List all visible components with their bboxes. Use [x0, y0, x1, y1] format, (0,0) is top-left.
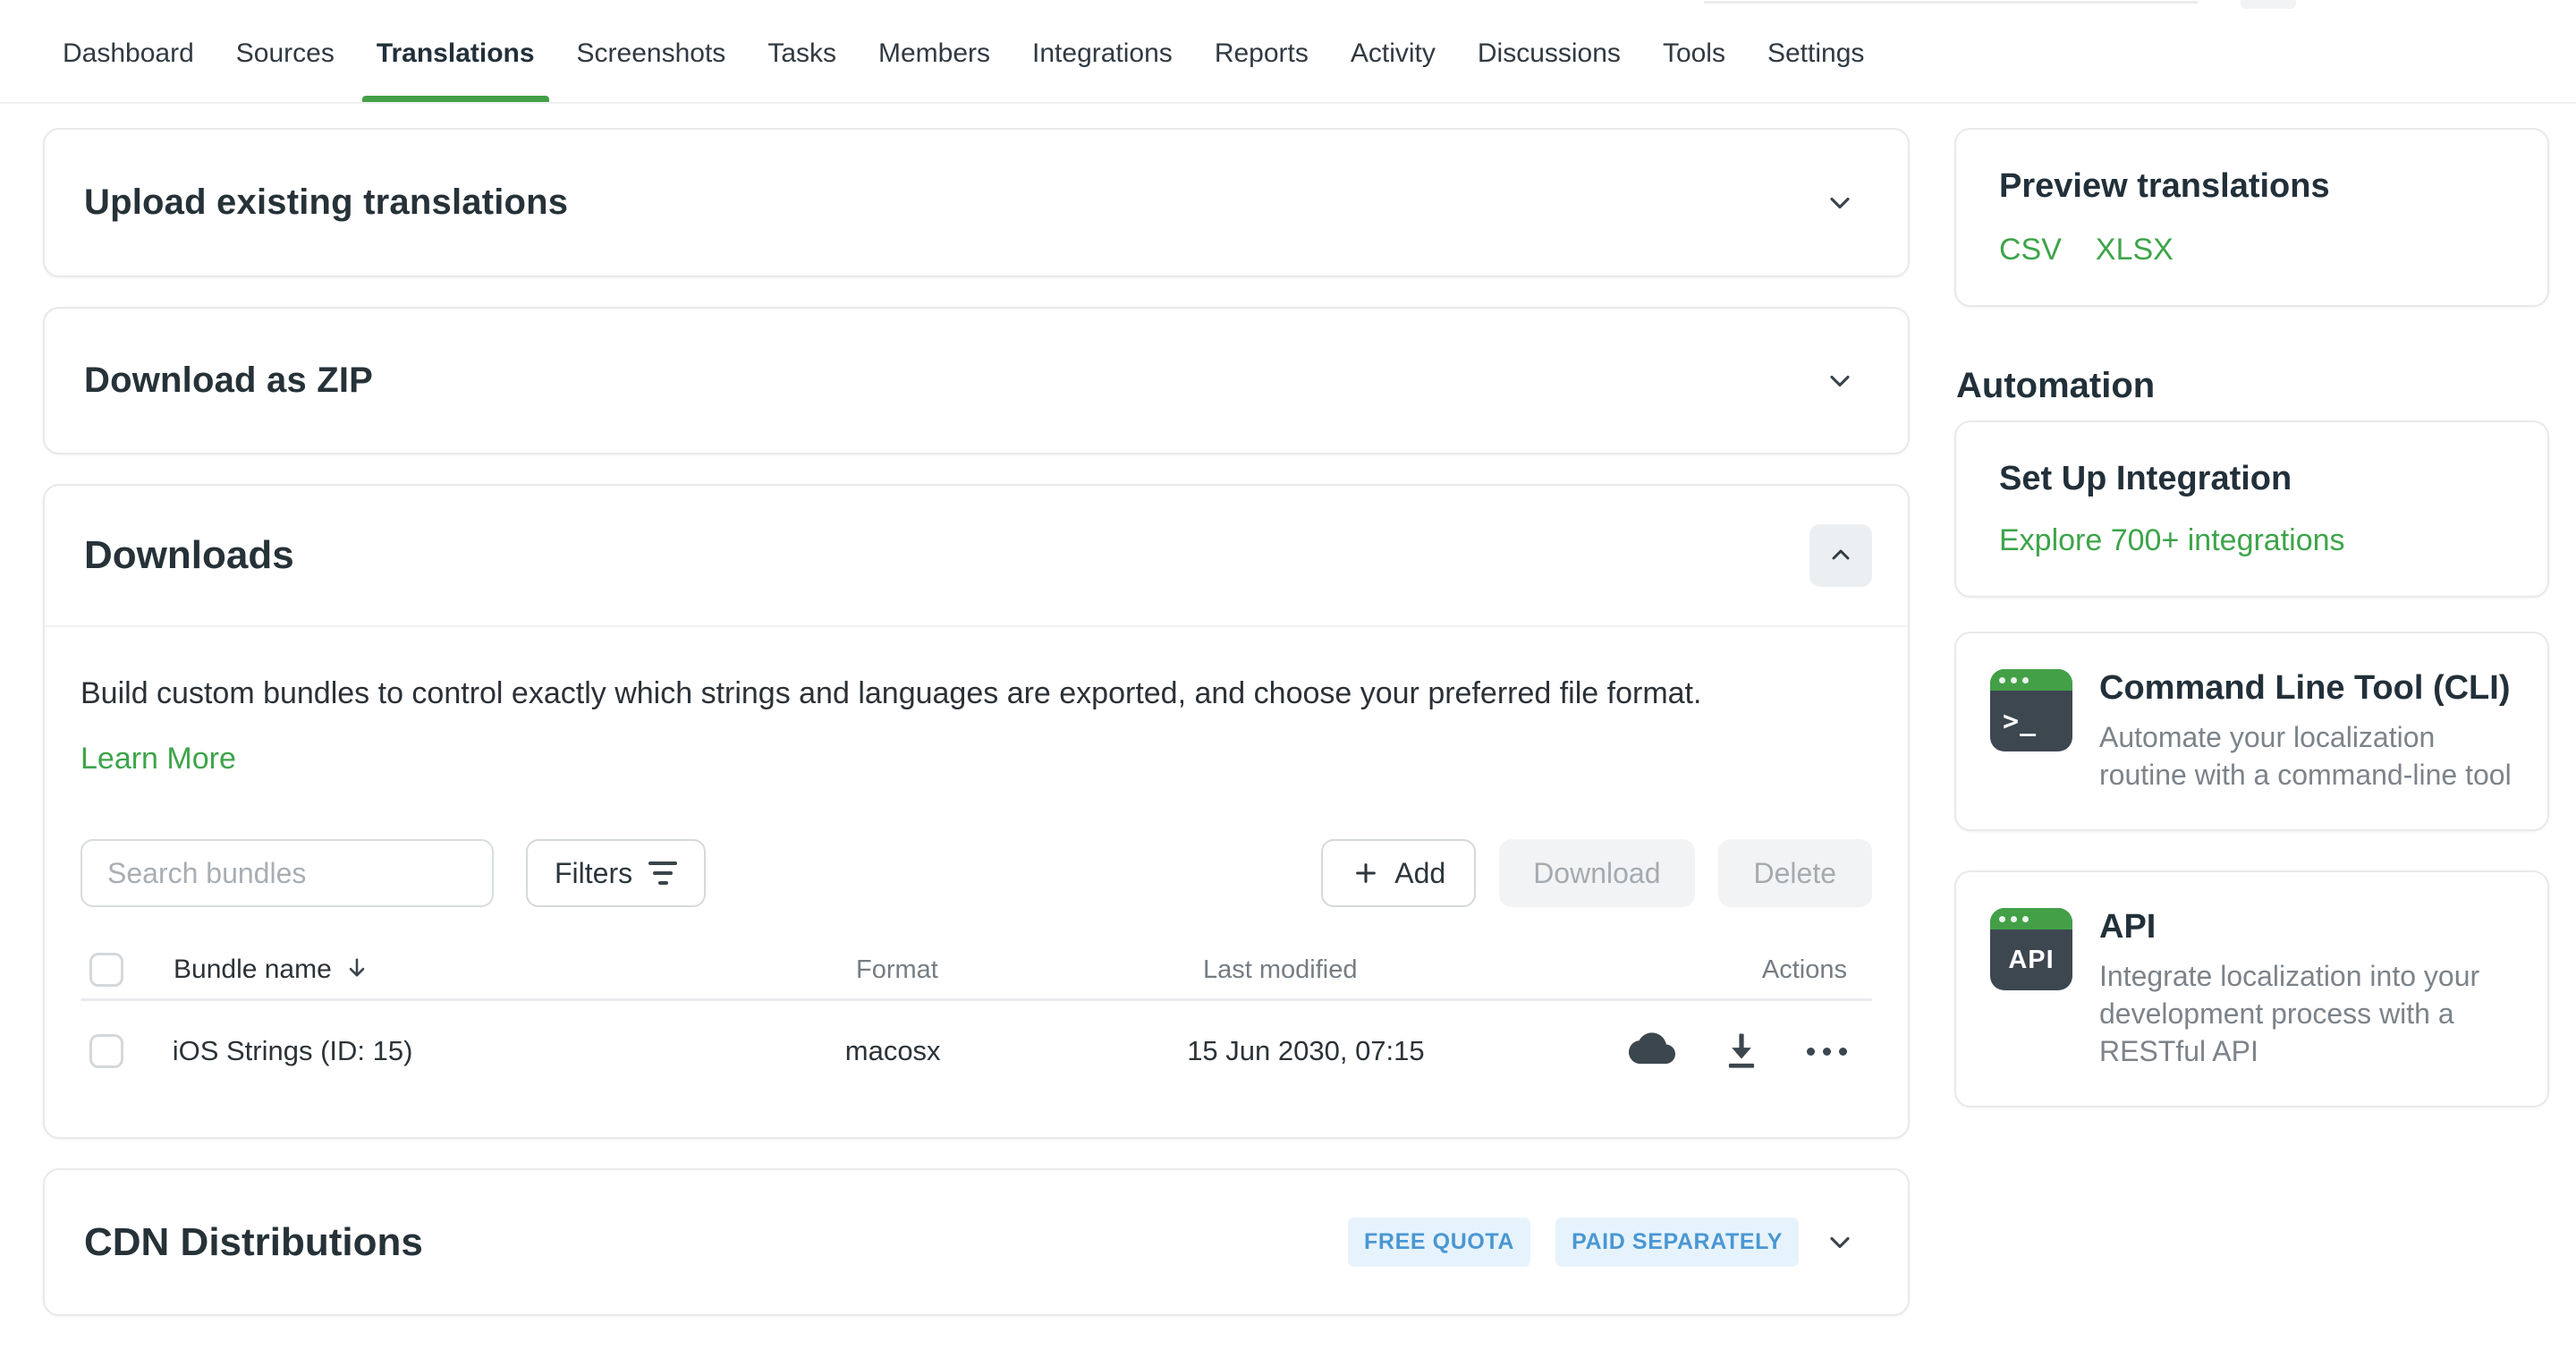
api-card-description: Integrate localization into your develop…	[2099, 957, 2513, 1070]
downloads-title: Downloads	[84, 533, 294, 578]
search-bundles-input[interactable]	[80, 839, 494, 907]
plus-icon	[1352, 859, 1380, 887]
cdn-distributions-card[interactable]: CDN Distributions FREE QUOTA PAID SEPARA…	[43, 1168, 1910, 1316]
nav-tab-dashboard[interactable]: Dashboard	[63, 0, 194, 102]
cli-card-title: Command Line Tool (CLI)	[2099, 669, 2513, 708]
top-nav: Dashboard Sources Translations Screensho…	[0, 0, 2576, 104]
nav-tab-integrations[interactable]: Integrations	[1032, 0, 1173, 102]
downloads-card-header: Downloads	[45, 486, 1908, 627]
nav-tab-sources[interactable]: Sources	[236, 0, 335, 102]
column-header-format: Format	[856, 955, 1203, 985]
delete-bundle-button[interactable]: Delete	[1718, 839, 1873, 907]
sidebar: Preview translations CSV XLSX Automation…	[1954, 128, 2549, 1316]
downloads-toolbar: Filters Add Download Delete	[80, 839, 1872, 907]
cloud-export-icon[interactable]	[1628, 1027, 1676, 1075]
preview-xlsx-link[interactable]: XLSX	[2096, 233, 2174, 267]
terminal-prompt: >_	[1990, 691, 2072, 751]
upload-card-title: Upload existing translations	[84, 182, 568, 223]
sort-descending-icon[interactable]	[344, 955, 369, 985]
collapse-downloads-button[interactable]	[1809, 524, 1872, 587]
main-content: Upload existing translations Download as…	[43, 128, 1910, 1316]
cropped-button-edge	[2241, 0, 2296, 9]
cli-card[interactable]: >_ Command Line Tool (CLI) Automate your…	[1954, 632, 2549, 831]
chevron-down-icon[interactable]	[1824, 187, 1856, 219]
nav-tab-tasks[interactable]: Tasks	[767, 0, 836, 102]
bundle-last-modified-cell: 15 Jun 2030, 07:15	[1187, 1035, 1628, 1067]
set-up-integration-card: Set Up Integration Explore 700+ integrat…	[1954, 420, 2549, 598]
explore-integrations-link[interactable]: Explore 700+ integrations	[1999, 523, 2345, 558]
column-header-last-modified: Last modified	[1203, 955, 1650, 985]
nav-tab-translations[interactable]: Translations	[377, 0, 535, 102]
download-row-icon[interactable]	[1717, 1027, 1766, 1075]
downloads-description: Build custom bundles to control exactly …	[80, 675, 1872, 711]
add-button-label: Add	[1394, 857, 1445, 890]
preview-translations-card: Preview translations CSV XLSX	[1954, 128, 2549, 307]
chevron-up-icon	[1826, 540, 1855, 572]
zip-card-title: Download as ZIP	[84, 361, 373, 401]
automation-heading: Automation	[1956, 366, 2549, 406]
bundles-table-header: Bundle name Format Last modified Actions	[80, 941, 1872, 998]
api-icon-label: API	[1990, 929, 2072, 990]
upload-existing-translations-card[interactable]: Upload existing translations	[43, 128, 1910, 277]
more-actions-icon[interactable]	[1807, 1048, 1847, 1056]
column-header-bundle-name[interactable]: Bundle name	[174, 955, 332, 985]
api-card-title: API	[2099, 908, 2513, 946]
nav-tab-tools[interactable]: Tools	[1663, 0, 1725, 102]
nav-tab-reports[interactable]: Reports	[1215, 0, 1309, 102]
select-all-checkbox[interactable]	[89, 953, 123, 987]
api-card[interactable]: API API Integrate localization into your…	[1954, 870, 2549, 1108]
add-bundle-button[interactable]: Add	[1321, 839, 1476, 907]
free-quota-badge: FREE QUOTA	[1348, 1218, 1530, 1267]
filters-button-label: Filters	[555, 857, 632, 890]
bundle-name-cell[interactable]: iOS Strings (ID: 15)	[173, 1035, 413, 1067]
cli-card-description: Automate your localization routine with …	[2099, 718, 2513, 794]
column-header-actions: Actions	[1650, 955, 1872, 985]
cdn-card-right-group: FREE QUOTA PAID SEPARATELY	[1348, 1218, 1856, 1267]
terminal-icon: >_	[1990, 669, 2072, 751]
set-up-integration-title: Set Up Integration	[1999, 460, 2504, 498]
row-checkbox[interactable]	[89, 1034, 123, 1068]
preview-links: CSV XLSX	[1999, 233, 2504, 267]
chevron-down-icon[interactable]	[1824, 365, 1856, 397]
downloads-card-body: Build custom bundles to control exactly …	[45, 627, 1908, 1137]
download-bundle-button[interactable]: Download	[1499, 839, 1694, 907]
nav-tab-activity[interactable]: Activity	[1351, 0, 1436, 102]
filters-button[interactable]: Filters	[526, 839, 706, 907]
preview-translations-title: Preview translations	[1999, 167, 2504, 206]
nav-tab-settings[interactable]: Settings	[1767, 0, 1864, 102]
preview-csv-link[interactable]: CSV	[1999, 233, 2062, 267]
downloads-card: Downloads Build custom bundles to contro…	[43, 484, 1910, 1139]
table-row: iOS Strings (ID: 15) macosx 15 Jun 2030,…	[80, 1001, 1872, 1101]
filter-lines-icon	[648, 861, 677, 885]
nav-tab-discussions[interactable]: Discussions	[1478, 0, 1621, 102]
api-icon: API	[1990, 908, 2072, 990]
nav-tab-screenshots[interactable]: Screenshots	[577, 0, 726, 102]
chevron-down-icon[interactable]	[1824, 1226, 1856, 1259]
paid-separately-badge: PAID SEPARATELY	[1555, 1218, 1799, 1267]
cdn-card-title: CDN Distributions	[84, 1220, 423, 1265]
learn-more-link[interactable]: Learn More	[80, 742, 236, 777]
download-as-zip-card[interactable]: Download as ZIP	[43, 307, 1910, 454]
bundle-format-cell: macosx	[845, 1035, 1187, 1067]
nav-tab-members[interactable]: Members	[878, 0, 990, 102]
